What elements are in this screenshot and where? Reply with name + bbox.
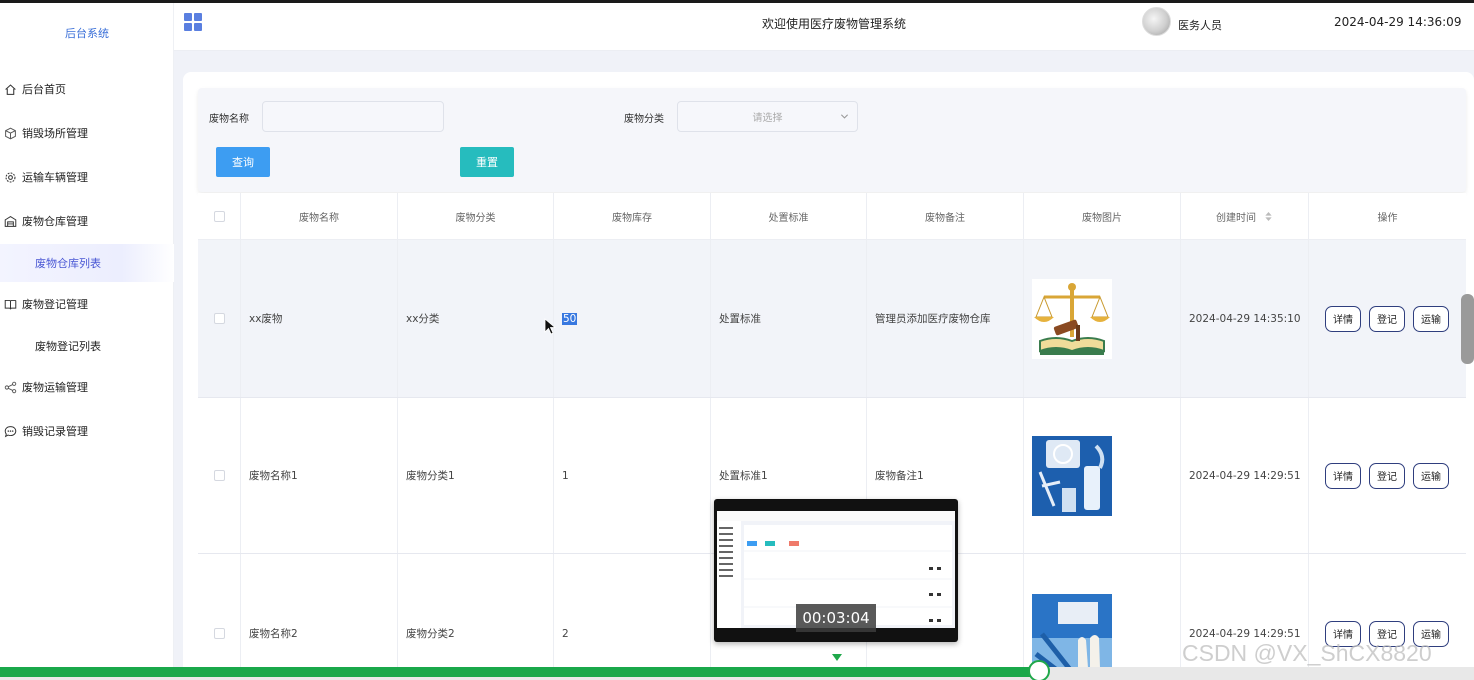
sidebar: 后台系统 后台首页 销毁场所管理 运输车辆管理 废物仓库管理 废物仓库列表 废物…	[0, 3, 174, 680]
datetime: 2024-04-29 14:36:09	[1334, 15, 1462, 29]
sidebar-item-warehouse-list[interactable]: 废物仓库列表	[0, 244, 174, 282]
category-placeholder: 请选择	[752, 113, 783, 124]
stock-value: 50	[562, 312, 578, 325]
checkbox[interactable]	[213, 628, 225, 639]
cell-image	[1024, 398, 1181, 553]
checkbox[interactable]	[213, 211, 225, 222]
category-label: 废物分类	[624, 114, 664, 125]
scales-justice-image[interactable]	[1032, 278, 1112, 359]
cell-actions: 详情 登记 运输	[1309, 240, 1466, 397]
medical-supplies-image[interactable]	[1032, 435, 1112, 516]
column-label: 创建时间	[1216, 213, 1256, 224]
cell-stock: 50	[554, 240, 711, 397]
share-icon	[2, 379, 18, 395]
column-header: 操作	[1377, 213, 1398, 224]
row-select[interactable]	[198, 240, 241, 397]
cell-standard: 处置标准	[711, 240, 867, 397]
chat-icon	[2, 423, 18, 439]
menu-label: 销毁场所管理	[22, 127, 88, 140]
page-title: 欢迎使用医疗废物管理系统	[761, 17, 906, 31]
user-name[interactable]: 医务人员	[1178, 17, 1222, 33]
column-header: 处置标准	[711, 193, 867, 240]
cell-stock: 1	[554, 398, 711, 553]
detail-button[interactable]: 详情	[1325, 462, 1361, 489]
category-select[interactable]: 请选择	[677, 101, 858, 132]
cell-remark: 管理员添加医疗废物仓库	[867, 240, 1024, 397]
cell-stock: 2	[554, 554, 711, 680]
timeline-marker-icon	[832, 654, 842, 661]
gear-icon	[2, 169, 18, 185]
cell-category: 废物分类1	[398, 398, 554, 553]
watermark: CSDN @VX_ShCX8820	[1182, 640, 1432, 666]
menu-item-home[interactable]: 后台首页	[0, 71, 174, 107]
table-header: 废物名称 废物分类 废物库存 处置标准 废物备注 废物图片 创建时间 操作	[198, 193, 1466, 240]
video-progress-knob[interactable]	[1028, 660, 1051, 680]
home-icon	[2, 81, 18, 97]
menu-item-vehicles[interactable]: 运输车辆管理	[0, 159, 174, 195]
brand-title: 后台系统	[65, 27, 109, 40]
video-progress-fill	[0, 667, 1040, 677]
avatar[interactable]	[1142, 7, 1171, 36]
column-header: 废物备注	[867, 193, 1024, 240]
name-label: 废物名称	[209, 114, 249, 125]
menu-label: 运输车辆管理	[22, 171, 88, 184]
menu-label: 废物仓库管理	[22, 215, 88, 228]
menu-item-transport[interactable]: 废物运输管理	[0, 369, 174, 405]
menu-label: 废物登记管理	[22, 298, 88, 311]
submenu-label: 废物仓库列表	[35, 257, 101, 270]
name-input[interactable]	[262, 101, 444, 132]
column-header: 废物库存	[554, 193, 711, 240]
detail-button[interactable]: 详情	[1325, 305, 1361, 332]
transport-button[interactable]: 运输	[1413, 462, 1449, 489]
cell-name: 废物名称2	[241, 554, 398, 680]
reset-button[interactable]: 重置	[460, 147, 514, 177]
header-select-all[interactable]	[198, 193, 241, 240]
menu-item-warehouse[interactable]: 废物仓库管理	[0, 203, 174, 239]
cell-created: 2024-04-29 14:35:10	[1181, 240, 1309, 397]
checkbox[interactable]	[213, 313, 225, 324]
menu-item-destruction-site[interactable]: 销毁场所管理	[0, 115, 174, 151]
cube-icon	[2, 125, 18, 141]
warehouse-icon	[2, 213, 18, 229]
cell-category: xx分类	[398, 240, 554, 397]
sort-icon[interactable]	[1264, 211, 1273, 222]
menu-label: 销毁记录管理	[22, 425, 88, 438]
video-timecode: 00:03:04	[796, 604, 876, 632]
cell-created: 2024-04-29 14:29:51	[1181, 398, 1309, 553]
sidebar-item-register-list[interactable]: 废物登记列表	[0, 327, 174, 365]
column-header: 废物分类	[398, 193, 554, 240]
mouse-cursor-icon	[544, 318, 556, 335]
cell-image	[1024, 554, 1181, 680]
checkbox[interactable]	[213, 470, 225, 481]
register-button[interactable]: 登记	[1369, 462, 1405, 489]
row-select[interactable]	[198, 398, 241, 553]
cell-category: 废物分类2	[398, 554, 554, 680]
column-header: 废物名称	[241, 193, 398, 240]
menu-item-destruction-record[interactable]: 销毁记录管理	[0, 413, 174, 449]
submenu-label: 废物登记列表	[35, 340, 101, 353]
page-scrollbar[interactable]	[1461, 294, 1474, 364]
cell-actions: 详情 登记 运输	[1309, 398, 1466, 553]
menu-label: 后台首页	[22, 83, 66, 96]
register-button[interactable]: 登记	[1369, 305, 1405, 332]
chevron-down-icon	[840, 114, 849, 119]
column-header-sortable[interactable]: 创建时间	[1181, 193, 1309, 240]
table-row: xx废物 xx分类 50 处置标准 管理员添加医疗废物仓库 2024-04-29…	[198, 240, 1466, 398]
book-icon	[2, 296, 18, 312]
cell-name: 废物名称1	[241, 398, 398, 553]
top-header: 欢迎使用医疗废物管理系统 医务人员 2024-04-29 14:36:09	[174, 3, 1474, 51]
column-header: 废物图片	[1024, 193, 1181, 240]
row-select[interactable]	[198, 554, 241, 680]
cell-image	[1024, 240, 1181, 397]
menu-item-register[interactable]: 废物登记管理	[0, 286, 174, 322]
query-button[interactable]: 查询	[216, 147, 270, 177]
menu-label: 废物运输管理	[22, 381, 88, 394]
cell-name: xx废物	[241, 240, 398, 397]
transport-button[interactable]: 运输	[1413, 305, 1449, 332]
